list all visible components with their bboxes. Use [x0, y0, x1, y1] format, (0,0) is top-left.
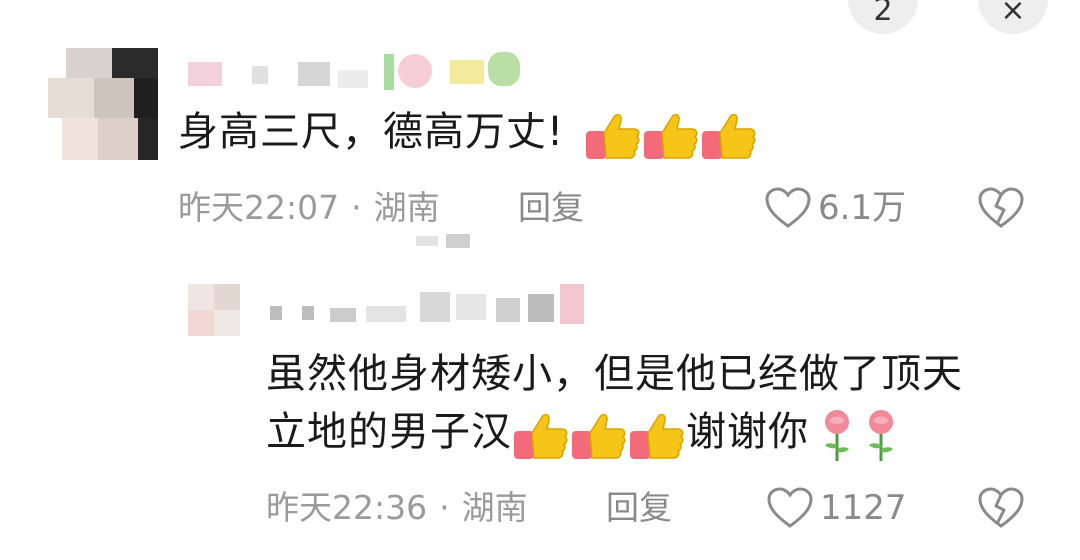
comment-1-text: 身高三尺，德高万丈! — [178, 104, 758, 162]
heart-icon — [767, 487, 813, 528]
thumbs-up-row — [584, 106, 758, 162]
broken-heart-icon — [978, 487, 1024, 528]
rose-icon — [869, 409, 893, 461]
comment-2-dislike-button[interactable] — [976, 486, 1026, 534]
comment-2-meta: 昨天22:36 · 湖南 — [266, 488, 528, 528]
comment-1-dislike-button[interactable] — [976, 186, 1026, 234]
comment-2-line2: 立地的男子汉 谢谢你 — [266, 404, 903, 463]
top-left-glyph: 2 — [873, 0, 893, 28]
rose-icon — [825, 409, 849, 461]
comment-1-meta: 昨天22:07 · 湖南 — [178, 188, 440, 228]
comment-1-body: 身高三尺，德高万丈! — [178, 109, 565, 155]
meta-separator: · — [351, 188, 362, 227]
comment-2-line2-b: 谢谢你 — [686, 409, 809, 455]
rose-row — [815, 406, 903, 463]
comment-2-like-count: 1127 — [820, 488, 907, 528]
comment-1-reply-button[interactable]: 回复 — [518, 188, 584, 228]
username-mosaic[interactable] — [188, 52, 528, 92]
close-icon: × — [1000, 0, 1026, 28]
comment-2-location: 湖南 — [461, 488, 528, 527]
mosaic-fragment — [416, 232, 476, 252]
thumbs-up-icon — [644, 113, 698, 159]
thumbs-up-icon — [514, 413, 568, 459]
meta-separator: · — [439, 488, 450, 527]
thumbs-up-icon — [630, 413, 684, 459]
reply-avatar[interactable] — [188, 284, 240, 336]
thumbs-up-icon — [702, 113, 756, 159]
thumbs-up-icon — [572, 413, 626, 459]
thumbs-up-icon — [586, 113, 640, 159]
comment-1-like-button[interactable]: 6.1万 — [764, 186, 906, 230]
comment-2-reply-button[interactable]: 回复 — [606, 488, 672, 528]
comment-1-time: 昨天22:07 — [178, 188, 340, 227]
avatar[interactable] — [48, 48, 158, 160]
comment-2-like-button[interactable]: 1127 — [766, 486, 907, 530]
comment-2-line1: 虽然他身材矮小，但是他已经做了顶天 — [266, 351, 963, 397]
broken-heart-icon — [978, 187, 1024, 228]
comment-2-line2-a: 立地的男子汉 — [266, 409, 512, 455]
thumbs-up-row — [512, 406, 686, 462]
close-button[interactable]: × — [978, 0, 1048, 34]
top-left-button[interactable]: 2 — [848, 0, 918, 34]
comment-1-like-count: 6.1万 — [818, 188, 907, 228]
comment-2-time: 昨天22:36 — [266, 488, 428, 527]
heart-icon — [765, 187, 811, 228]
comment-1-location: 湖南 — [373, 188, 440, 227]
reply-username-mosaic[interactable] — [270, 284, 610, 334]
